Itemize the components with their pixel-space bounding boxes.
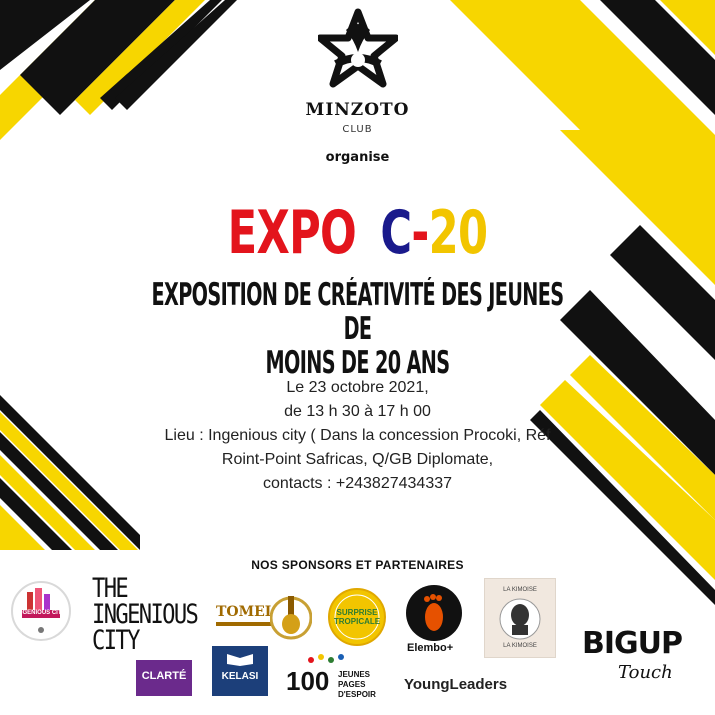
clarte-text: CLARTÉ	[141, 670, 187, 682]
organizer-action: organise	[325, 150, 390, 165]
la-kimoise-bottom-text: LA KIMOISE	[503, 643, 537, 649]
cent-text: 100	[286, 666, 330, 696]
bigup-touch-logo: BIGUP Touch	[582, 626, 712, 696]
surprise-line1: SURPRISE	[336, 608, 378, 617]
organizer-subtitle: CLUB	[342, 124, 373, 135]
event-location-line2: Roint-Point Safricas, Q/GB Diplomate,	[221, 451, 494, 468]
surprise-text: SURPRISE TROPICALE	[328, 608, 386, 626]
title-part-dash: -	[411, 198, 429, 268]
event-contacts: contacts : +243827434337	[262, 475, 453, 492]
the-ingenious-city-logo: THE INGENIOUS CITY	[92, 575, 199, 656]
event-subtitle-line1: EXPOSITION DE CRÉATIVITÉ DES JEUNES DE	[151, 277, 564, 347]
sponsors-heading: NOS SPONSORS ET PARTENAIRES	[251, 558, 464, 572]
kelasi-logo: KELASI	[212, 646, 268, 696]
jeunes-line1: JEUNES PAGES	[338, 670, 371, 689]
elembo-logo: Elembo+	[405, 584, 467, 656]
jeunes-pages-text: JEUNES PAGES D'ESPOIR	[338, 670, 396, 700]
event-title: EXPO C-20	[100, 196, 615, 270]
cent-jeunes-pages-logo: 100 JEUNES PAGES D'ESPOIR	[286, 652, 396, 700]
event-details: Le 23 octobre 2021, de 13 h 30 à 17 h 00…	[0, 376, 715, 496]
la-kimoise-logo: LA KIMOISE LA KIMOISE	[484, 578, 556, 658]
kelasi-text: KELASI	[221, 671, 259, 682]
jeunes-line2: D'ESPOIR	[338, 690, 376, 699]
cent-jeunes-dots-icon	[308, 654, 344, 663]
ingenious-badge-text: INGENIOUS CITY	[16, 610, 66, 616]
bigup-text: BIGUP	[582, 626, 683, 661]
title-part-c: C	[380, 198, 412, 268]
event-subtitle: EXPOSITION DE CRÉATIVITÉ DES JEUNES DE M…	[136, 278, 579, 380]
tomela-logo: TOMELA	[216, 590, 316, 642]
youngleaders-logo: YoungLeaders	[404, 676, 508, 693]
ingenious-line3: CITY	[92, 625, 140, 656]
clarte-logo: CLARTÉ	[136, 660, 192, 696]
tomela-bottle-icon	[270, 596, 312, 640]
surprise-tropicale-logo: SURPRISE TROPICALE	[328, 588, 386, 646]
title-part-expo: EXPO	[227, 198, 357, 268]
la-kimoise-portrait-icon	[499, 598, 541, 640]
event-time: de 13 h 30 à 17 h 00	[284, 403, 431, 420]
kelasi-book-icon	[227, 654, 253, 666]
organizer-name: MINZOTO	[305, 100, 410, 120]
minzoto-star-logo-icon	[318, 8, 398, 88]
bigup-touch-text: Touch	[618, 662, 673, 683]
la-kimoise-top-text: LA KIMOISE	[503, 587, 537, 593]
elembo-footprint-icon	[406, 585, 462, 641]
title-part-20: 20	[428, 198, 488, 268]
ingenious-city-badge-logo: INGENIOUS CITY	[10, 580, 72, 642]
event-date: Le 23 octobre 2021,	[286, 379, 429, 396]
surprise-line2: TROPICALE	[333, 617, 381, 626]
event-subtitle-line2: MOINS DE 20 ANS	[265, 345, 451, 381]
elembo-text: Elembo+	[407, 642, 454, 654]
event-location-line1: Lieu : Ingenious city ( Dans la concessi…	[164, 427, 551, 444]
